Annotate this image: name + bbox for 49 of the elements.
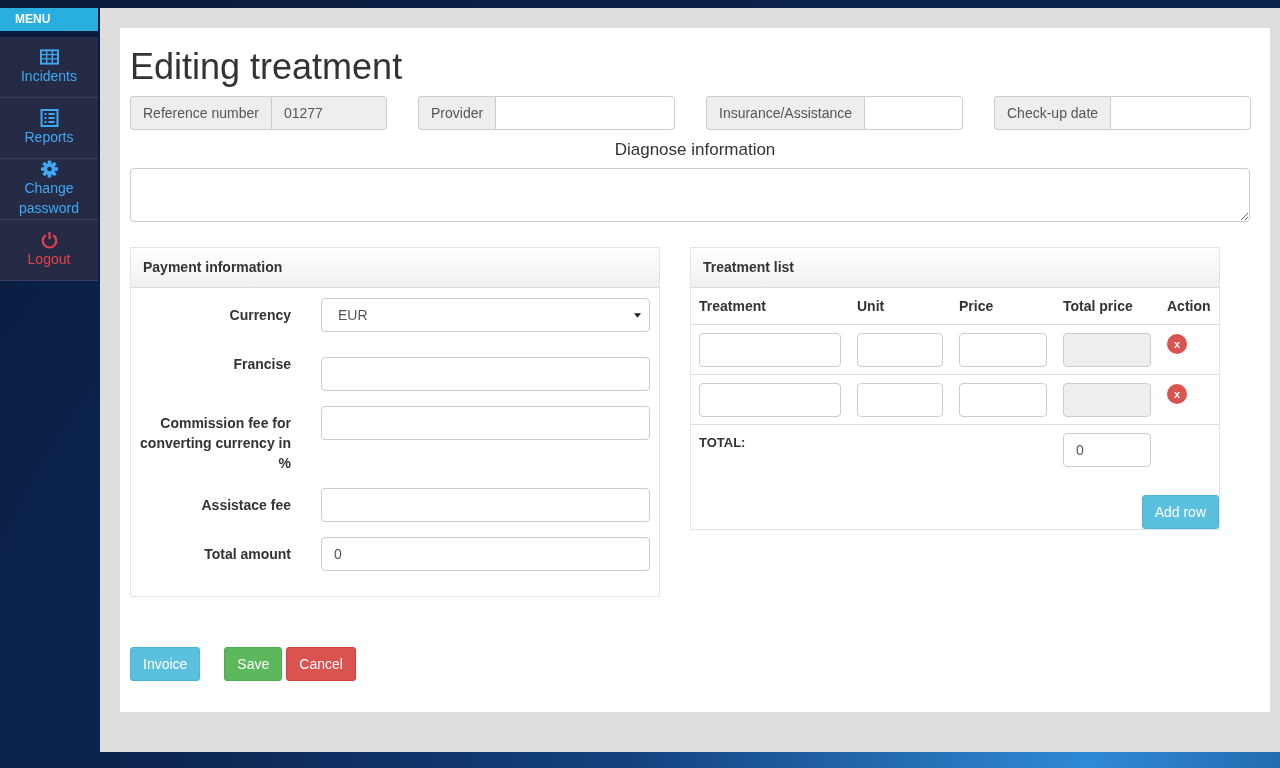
input-field[interactable]: 0 [321, 537, 650, 571]
input-field[interactable]: 01277 [270, 96, 387, 130]
total-input[interactable]: 0 [1063, 433, 1151, 467]
menu-header: MENU [0, 8, 98, 31]
input-field[interactable] [321, 357, 650, 391]
input-field[interactable] [1110, 96, 1251, 130]
sidebar-item[interactable]: Reports [0, 98, 98, 159]
input-field[interactable] [864, 96, 963, 130]
input-field[interactable] [495, 96, 675, 130]
price-input[interactable] [959, 383, 1047, 417]
settings-icon [39, 160, 59, 178]
currency-select[interactable]: EUR [321, 298, 650, 332]
page-title: Editing treatment [130, 45, 404, 89]
grid-icon [39, 48, 59, 66]
list-icon [39, 109, 59, 127]
column-header: Action [1167, 298, 1212, 314]
column-header: Total price [1063, 298, 1134, 314]
field-label: Provider [418, 96, 496, 130]
diagnose-label: Diagnose information [613, 140, 777, 160]
input-field[interactable] [321, 406, 650, 440]
field-label: Check-up date [994, 96, 1111, 130]
delete-button[interactable]: x [1167, 334, 1187, 354]
price-input[interactable] [959, 333, 1047, 367]
action-button[interactable]: Cancel [286, 647, 356, 681]
sidebar-item[interactable]: Incidents [0, 37, 98, 98]
total-label: TOTAL: [699, 434, 747, 450]
total-price-input[interactable] [1063, 383, 1151, 417]
field-label: Commission fee for converting currency in % [139, 414, 291, 473]
total-price-input[interactable] [1063, 333, 1151, 367]
caret-icon [634, 312, 641, 318]
unit-input[interactable] [857, 333, 943, 367]
unit-input[interactable] [857, 383, 943, 417]
input-field[interactable] [321, 488, 650, 522]
column-header: Price [959, 298, 995, 314]
field-label: Assistace fee [200, 496, 291, 515]
sidebar-item[interactable]: Change password [0, 159, 98, 220]
treatment-input[interactable] [699, 383, 841, 417]
field-label: Francise [232, 355, 291, 374]
sidebar-item[interactable]: Logout [0, 220, 98, 281]
field-label: Reference number [130, 96, 271, 130]
column-header: Unit [857, 298, 886, 314]
field-label: Insurance/Assistance [706, 96, 865, 130]
field-label: Total amount [203, 545, 291, 564]
column-header: Treatment [699, 298, 767, 314]
diagnose-textarea[interactable] [130, 168, 1250, 222]
delete-button[interactable]: x [1167, 384, 1187, 404]
power-icon [39, 231, 59, 249]
field-label: Currency [228, 306, 291, 325]
treatment-input[interactable] [699, 333, 841, 367]
